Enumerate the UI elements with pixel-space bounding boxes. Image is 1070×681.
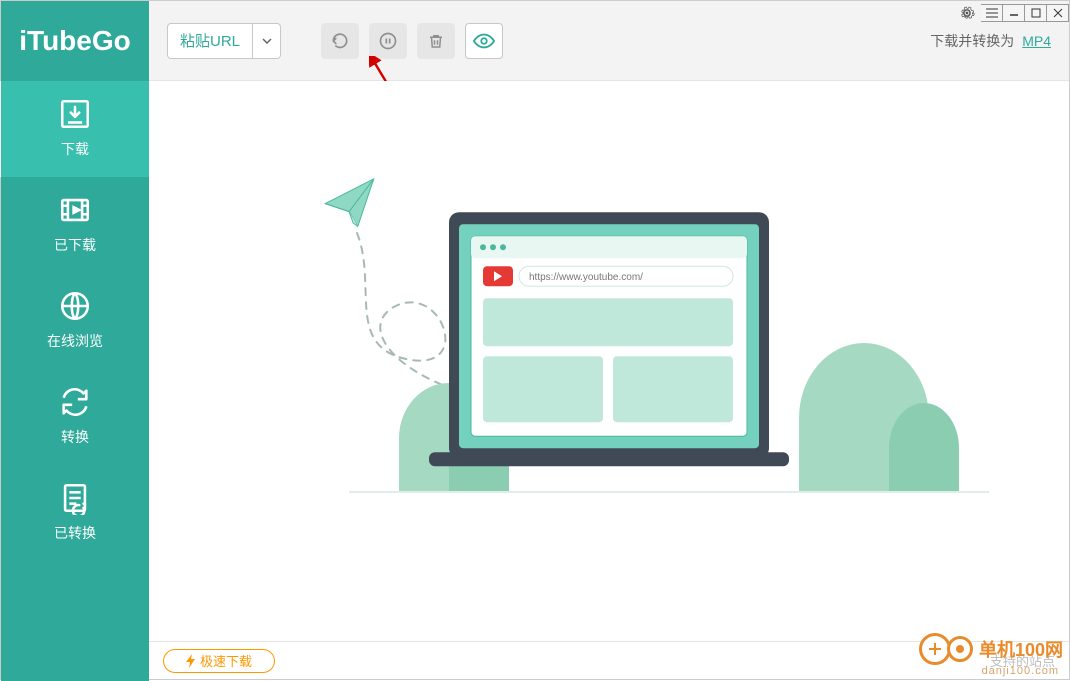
- menu-icon: [986, 8, 998, 18]
- fast-download-label: 极速下载: [200, 651, 252, 670]
- undo-button[interactable]: [321, 23, 359, 59]
- nav-item-browse[interactable]: 在线浏览: [1, 273, 149, 369]
- close-button[interactable]: [1047, 4, 1069, 22]
- pause-icon: [378, 31, 398, 51]
- undo-icon: [330, 31, 350, 51]
- toolbar-right: 下载并转换为 MP4: [930, 31, 1051, 51]
- maximize-icon: [1031, 8, 1041, 18]
- format-select-link[interactable]: MP4: [1022, 33, 1051, 49]
- nav-item-download[interactable]: 下载: [0, 81, 149, 177]
- film-icon: [58, 193, 92, 227]
- globe-icon: [58, 289, 92, 323]
- plus-icon: [928, 642, 942, 656]
- watermark-domain: danji100.com: [982, 665, 1059, 677]
- watermark: 单机100网: [919, 633, 1063, 665]
- nav-label: 在线浏览: [47, 331, 103, 351]
- delete-button[interactable]: [417, 23, 455, 59]
- illustration-url: https://www.youtube.com/: [529, 272, 643, 283]
- close-icon: [1053, 8, 1063, 18]
- toolbar: 粘贴URL 下载并转换为 MP4: [149, 1, 1069, 81]
- nav-list: 下载 已下载 在线浏览 转换: [1, 81, 149, 561]
- fast-download-button[interactable]: 极速下载: [163, 649, 275, 673]
- paste-url-label: 粘贴URL: [180, 30, 240, 51]
- content-area: https://www.youtube.com/: [149, 81, 1069, 641]
- nav-label: 已转换: [54, 523, 96, 543]
- download-icon: [58, 97, 92, 131]
- paste-url-button[interactable]: 粘贴URL: [167, 23, 253, 59]
- nav-item-converted[interactable]: 已转换: [1, 465, 149, 561]
- main-area: 粘贴URL 下载并转换为 MP4: [149, 1, 1069, 679]
- gear-icon: [959, 5, 975, 21]
- nav-label: 下载: [61, 139, 89, 159]
- eye-icon: [473, 33, 495, 49]
- watermark-brand: 单机100网: [979, 636, 1063, 662]
- settings-button[interactable]: [956, 4, 978, 22]
- preview-button[interactable]: [465, 23, 503, 59]
- sidebar: iTubeGo 下载 已下载 在线浏览: [1, 1, 149, 681]
- app-logo: iTubeGo: [1, 1, 149, 81]
- minimize-button[interactable]: [1003, 4, 1025, 22]
- minimize-icon: [1009, 8, 1019, 18]
- maximize-button[interactable]: [1025, 4, 1047, 22]
- titlebar: [956, 1, 1069, 25]
- bolt-icon: [186, 654, 196, 668]
- chevron-down-icon: [262, 38, 272, 44]
- app-name: iTubeGo: [19, 25, 130, 57]
- laptop-illustration: https://www.youtube.com/: [299, 152, 919, 512]
- paste-url-group: 粘贴URL: [167, 23, 281, 59]
- ground-line: [349, 491, 989, 493]
- convert-prefix: 下载并转换为: [930, 31, 1014, 51]
- refresh-icon: [58, 385, 92, 419]
- nav-label: 已下载: [54, 235, 96, 255]
- nav-item-convert[interactable]: 转换: [1, 369, 149, 465]
- pause-button[interactable]: [369, 23, 407, 59]
- paste-url-dropdown[interactable]: [253, 23, 281, 59]
- watermark-logo-dot: [947, 636, 973, 662]
- menu-button[interactable]: [981, 4, 1003, 22]
- nav-label: 转换: [61, 427, 89, 447]
- nav-item-downloaded[interactable]: 已下载: [1, 177, 149, 273]
- trash-icon: [427, 32, 445, 50]
- file-check-icon: [58, 481, 92, 515]
